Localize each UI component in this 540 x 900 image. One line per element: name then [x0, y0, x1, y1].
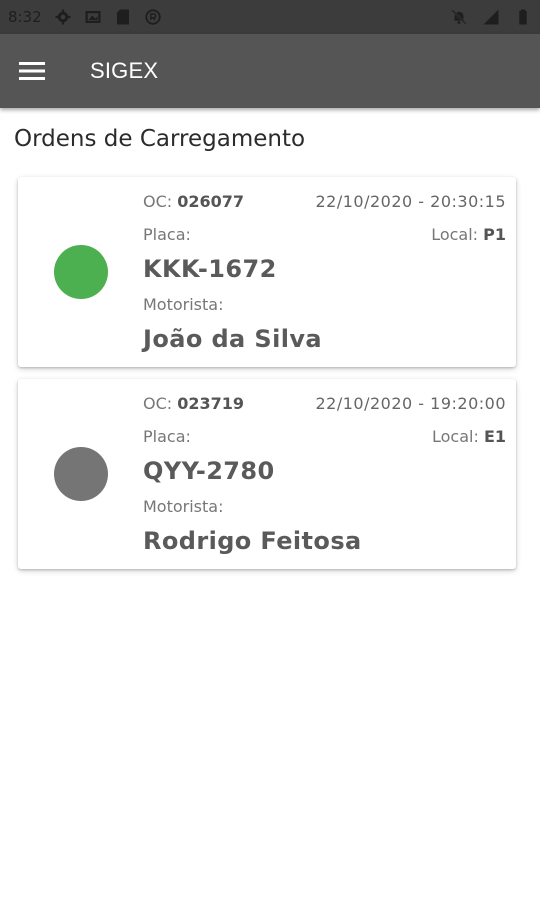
order-card-body: OC: 026077 22/10/2020 - 20:30:15 Placa: … — [143, 177, 506, 367]
order-card[interactable]: OC: 026077 22/10/2020 - 20:30:15 Placa: … — [18, 177, 516, 367]
oc-label: OC: — [143, 394, 173, 413]
oc-label: OC: — [143, 192, 173, 211]
page-title: Ordens de Carregamento — [14, 126, 306, 152]
placa-label: Placa: — [143, 427, 191, 446]
local-value: P1 — [483, 225, 506, 244]
driver-name: Rodrigo Feitosa — [143, 527, 362, 555]
local-field: Local: P1 — [431, 225, 506, 244]
battery-icon — [519, 9, 527, 25]
gear-icon — [55, 9, 71, 25]
sd-card-icon — [116, 9, 129, 25]
circle-r-icon — [145, 9, 161, 25]
local-value: E1 — [483, 427, 506, 446]
order-datetime: 22/10/2020 - 20:30:15 — [315, 192, 506, 211]
vehicle-plate: KKK-1672 — [143, 255, 277, 283]
hamburger-menu-icon[interactable] — [19, 61, 45, 81]
no-notification-icon — [451, 9, 467, 25]
status-time: 8:32 — [8, 8, 42, 26]
image-icon — [85, 11, 101, 23]
order-card-body: OC: 023719 22/10/2020 - 19:20:00 Placa: … — [143, 379, 506, 569]
local-label: Local: — [431, 427, 479, 446]
status-bar: 8:32 — [0, 0, 540, 34]
vehicle-plate: QYY-2780 — [143, 457, 275, 485]
order-datetime: 22/10/2020 - 19:20:00 — [315, 394, 506, 413]
signal-icon — [483, 9, 499, 25]
menu-button[interactable] — [0, 34, 64, 108]
order-card[interactable]: OC: 023719 22/10/2020 - 19:20:00 Placa: … — [18, 379, 516, 569]
motorista-label: Motorista: — [143, 497, 224, 516]
app-bar: SIGEX — [0, 34, 540, 108]
placa-label: Placa: — [143, 225, 191, 244]
driver-name: João da Silva — [143, 325, 322, 353]
local-field: Local: E1 — [432, 427, 506, 446]
app-title: SIGEX — [90, 58, 159, 83]
status-indicator — [54, 245, 108, 299]
local-label: Local: — [431, 225, 479, 244]
motorista-label: Motorista: — [143, 295, 224, 314]
oc-number: 023719 — [177, 394, 245, 413]
status-indicator — [54, 447, 108, 501]
oc-number: 026077 — [177, 192, 245, 211]
